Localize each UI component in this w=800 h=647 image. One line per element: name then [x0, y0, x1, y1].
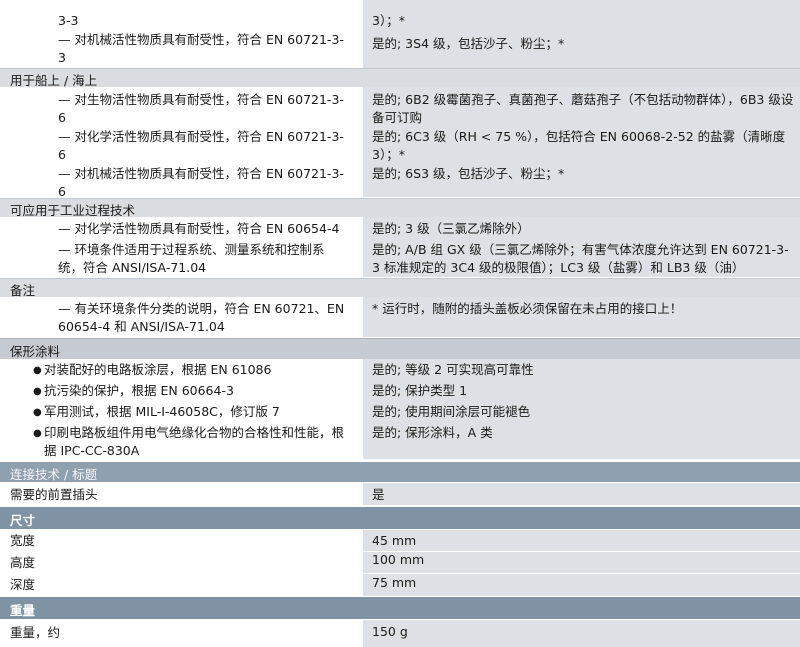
bullet-icon: ● — [33, 407, 42, 418]
section-header-weight: 重量 — [0, 597, 800, 619]
spec-value: 是的; 3S4 级，包括沙子、粉尘；* — [372, 36, 565, 51]
spec-value: 150 g — [372, 624, 408, 639]
bullet-icon: ● — [33, 365, 42, 376]
spec-value: 45 mm — [372, 533, 417, 548]
spec-value: 是的; 3 级（三氯乙烯除外） — [372, 221, 530, 236]
section-body-coating: ● 对装配好的电路板涂层，根据 EN 61086 是的; 等级 2 可实现高可靠… — [0, 359, 800, 459]
spec-label: — 对机械活性物质具有耐受性，符合 EN 60721-3-6 — [58, 166, 344, 199]
section-body-industrial: — 对化学活性物质具有耐受性，符合 EN 60654-4 是的; 3 级（三氯乙… — [0, 217, 800, 277]
spec-label: 重量，约 — [10, 625, 61, 640]
spec-label: 宽度 — [10, 533, 36, 548]
spec-label: — 对化学活性物质具有耐受性，符合 EN 60654-4 — [58, 221, 340, 236]
bullet-icon: ● — [33, 428, 42, 439]
spec-label: 高度 — [10, 555, 36, 570]
spec-value: * 运行时，随附的插头盖板必须保留在未占用的接口上！ — [372, 301, 683, 316]
section-body-dimensions: 宽度 45 mm 高度 100 mm 深度 75 mm — [0, 530, 800, 596]
spec-row-continued: 3-3 — 对机械活性物质具有耐受性，符合 EN 60721-3-3 3）；* … — [0, 0, 800, 68]
spec-label: 对装配好的电路板涂层，根据 EN 61086 — [44, 362, 272, 377]
spec-label: 3-3 — [58, 13, 79, 28]
spec-label: 印刷电路板组件用电气绝缘化合物的合格性和性能，根据 IPC-CC-830A — [44, 425, 345, 458]
section-body-weight: 重量，约 150 g — [0, 620, 800, 647]
section-header-connection: 连接技术 / 标题 — [0, 462, 800, 482]
spec-value: 是的; 等级 2 可实现高可靠性 — [372, 362, 534, 377]
spec-label: 深度 — [10, 577, 36, 592]
spec-label: — 有关环境条件分类的说明，符合 EN 60721、EN 60654-4 和 A… — [58, 301, 345, 334]
section-header-coating: 保形涂料 — [0, 338, 800, 359]
spec-label: 军用测试，根据 MIL-I-46058C，修订版 7 — [44, 404, 280, 419]
spec-label: — 环境条件适用于过程系统、测量系统和控制系统，符合 ANSI/ISA-71.0… — [58, 242, 325, 275]
spec-value: 75 mm — [372, 575, 417, 590]
spec-value: 是 — [372, 487, 385, 502]
spec-value: 是的; 保护类型 1 — [372, 383, 468, 398]
section-header-marine: 用于船上 / 海上 — [0, 68, 800, 88]
spec-label: 需要的前置插头 — [10, 487, 98, 502]
spec-value: 100 mm — [372, 552, 425, 567]
section-title: 连接技术 / 标题 — [10, 467, 98, 482]
spec-value: 是的; 6B2 级霉菌孢子、真菌孢子、蘑菇孢子（不包括动物群体），6B3 级设备… — [372, 92, 794, 125]
spec-label: — 对化学活性物质具有耐受性，符合 EN 60721-3-6 — [58, 129, 344, 162]
spec-value: 是的; 保形涂料，A 类 — [372, 425, 493, 440]
section-header-notes: 备注 — [0, 278, 800, 298]
section-header-industrial: 可应用于工业过程技术 — [0, 198, 800, 218]
spec-label: — 对生物活性物质具有耐受性，符合 EN 60721-3-6 — [58, 92, 344, 125]
spec-value: 是的; 6S3 级，包括沙子、粉尘；* — [372, 166, 565, 181]
section-title: 尺寸 — [10, 513, 36, 528]
spec-value: 是的; A/B 组 GX 级（三氯乙烯除外；有害气体浓度允许达到 EN 6072… — [372, 242, 789, 275]
section-body-connection: 需要的前置插头 是 — [0, 483, 800, 505]
section-body-marine: — 对生物活性物质具有耐受性，符合 EN 60721-3-6 是的; 6B2 级… — [0, 87, 800, 199]
spec-label: — 对机械活性物质具有耐受性，符合 EN 60721-3-3 — [58, 32, 344, 65]
section-title: 重量 — [10, 603, 36, 618]
spec-sheet: 3-3 — 对机械活性物质具有耐受性，符合 EN 60721-3-3 3）；* … — [0, 0, 800, 647]
bullet-icon: ● — [33, 386, 42, 397]
section-header-dimensions: 尺寸 — [0, 507, 800, 529]
section-title: 保形涂料 — [10, 344, 61, 359]
spec-value: 是的; 6C3 级（RH < 75 %），包括符合 EN 60068-2-52 … — [372, 129, 786, 162]
spec-value: 3）；* — [372, 13, 405, 28]
section-body-notes: — 有关环境条件分类的说明，符合 EN 60721、EN 60654-4 和 A… — [0, 297, 800, 337]
spec-label: 抗污染的保护，根据 EN 60664-3 — [44, 383, 234, 398]
spec-value: 是的; 使用期间涂层可能褪色 — [372, 404, 531, 419]
